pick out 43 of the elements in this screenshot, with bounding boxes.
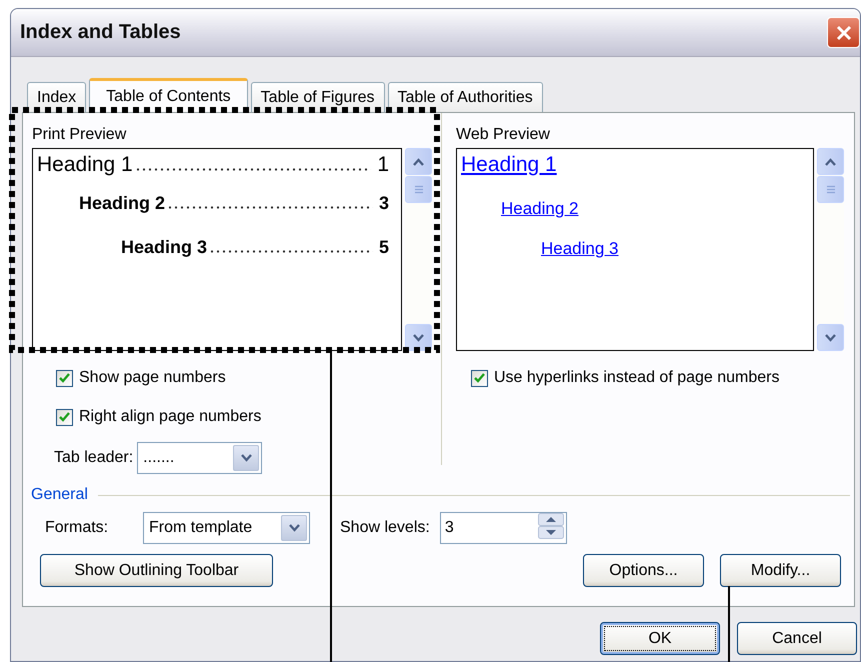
heading-text: Heading 1 — [37, 153, 133, 177]
heading-text: Heading 3 — [121, 237, 208, 258]
checkbox-label: Right align page numbers — [79, 408, 262, 426]
group-title: General — [31, 486, 88, 504]
scroll-up-button[interactable] — [817, 148, 844, 175]
tab[interactable]: Table of Authorities — [388, 82, 543, 112]
heading-link[interactable]: Heading 3 — [541, 239, 619, 259]
scroll-down-button[interactable] — [405, 324, 432, 351]
page-number: 3 — [378, 193, 389, 214]
number-spinner[interactable]: 3 — [440, 512, 567, 544]
preview-label: Web Preview — [456, 126, 550, 144]
heading-link[interactable]: Heading 1 — [461, 153, 557, 177]
scroll-up-button[interactable] — [405, 148, 432, 175]
close-icon[interactable] — [827, 17, 860, 48]
dialog-button[interactable]: Cancel — [737, 622, 857, 655]
scroll-thumb[interactable] — [405, 176, 432, 203]
scroll-thumb[interactable] — [817, 176, 844, 203]
dialog-button[interactable]: Options... — [583, 554, 704, 587]
preview-label: Print Preview — [32, 126, 126, 144]
page-number: 5 — [378, 237, 389, 258]
page-number: 1 — [377, 153, 389, 177]
checkbox[interactable] — [56, 408, 73, 426]
heading-text: Heading 2 — [79, 193, 166, 214]
window-title: Index and Tables — [20, 21, 182, 44]
caret-down-icon — [413, 334, 424, 342]
dropdown[interactable]: From template — [143, 512, 310, 544]
field-label: Show levels: — [340, 519, 430, 537]
caret-down-icon — [825, 334, 836, 342]
dialog-button[interactable]: Show Outlining Toolbar — [40, 554, 273, 587]
checkbox-label: Show page numbers — [79, 369, 226, 387]
checkbox[interactable] — [56, 370, 73, 386]
caret-up-icon — [825, 158, 836, 166]
checkbox[interactable] — [471, 370, 488, 386]
heading-link[interactable]: Heading 2 — [501, 199, 579, 219]
tab[interactable]: Table of Figures — [250, 82, 385, 112]
field-label: Formats: — [45, 519, 110, 537]
dropdown[interactable]: ....... — [137, 442, 262, 474]
tab[interactable]: Index — [27, 82, 86, 112]
field-label: Tab leader: — [54, 449, 134, 467]
caret-up-icon — [413, 158, 424, 166]
dialog-button[interactable]: Modify... — [720, 554, 841, 587]
checkbox-label: Use hyperlinks instead of page numbers — [494, 369, 780, 387]
default-button[interactable]: OK — [600, 622, 720, 655]
